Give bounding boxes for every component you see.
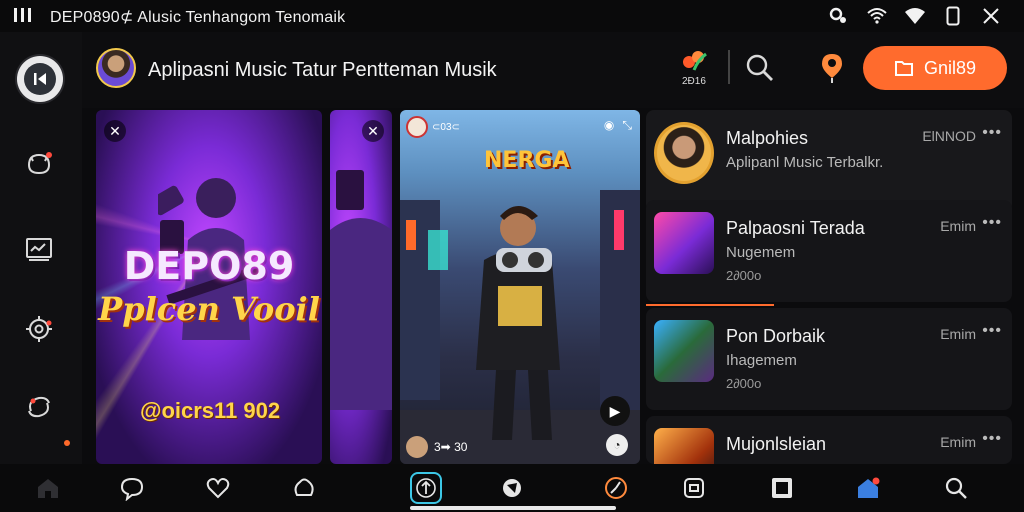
- chat-icon[interactable]: [116, 472, 148, 504]
- channel-avatar[interactable]: [406, 116, 428, 138]
- heart-icon[interactable]: [202, 472, 234, 504]
- status-title: DEP0890⊄ Alusic Tenhangom Tenomaik: [50, 9, 346, 26]
- upload-icon[interactable]: [410, 472, 442, 504]
- list-item-subtitle: Nugemem: [726, 244, 796, 261]
- close-poster-icon[interactable]: ✕: [104, 120, 126, 142]
- list-item-title: Pon Dorbaik: [726, 326, 826, 346]
- phone-icon: [934, 4, 972, 28]
- more-icon[interactable]: •••: [982, 322, 1002, 340]
- primary-action-button[interactable]: Gnil89: [863, 46, 1007, 90]
- guitarist-illustration-partial: [330, 170, 392, 410]
- poster-logo: NERGA: [484, 148, 570, 173]
- poster-subtitle: Pplcen Vooil: [98, 290, 320, 328]
- more-icon[interactable]: •••: [982, 430, 1002, 448]
- brand-count: 2Ð16: [682, 76, 706, 87]
- poster-top-label: ⊂03⊂: [432, 121, 460, 133]
- back-icon: [24, 63, 56, 95]
- poster-card-partial[interactable]: ✕: [330, 110, 392, 464]
- settings-icon[interactable]: [20, 310, 58, 348]
- location-pin-icon[interactable]: [814, 50, 850, 86]
- active-tab-indicator: [410, 506, 616, 510]
- progress-accent-line: [646, 304, 774, 306]
- poster-title: DEPO89: [123, 244, 295, 288]
- list-item[interactable]: Palpaosni Terada Nugemem 2∂00o Emim •••: [646, 200, 1012, 302]
- expand-icon[interactable]: ⤡: [622, 118, 632, 133]
- search-icon[interactable]: [940, 472, 972, 504]
- primary-action-label: Gnil89: [923, 57, 977, 78]
- list-item[interactable]: Pon Dorbaik Ihagemem 2∂00o Emim •••: [646, 308, 1012, 410]
- list-item-title: Mujonlsleian: [726, 434, 827, 454]
- search-icon[interactable]: [742, 50, 778, 86]
- camera-icon[interactable]: ◉: [604, 118, 614, 133]
- list-item[interactable]: Mujonlsleian Emim •••: [646, 416, 1012, 464]
- status-bar: DEP0890⊄ Alusic Tenhangom Tenomaik: [0, 0, 1024, 32]
- notification-icon[interactable]: [20, 144, 58, 182]
- list-item[interactable]: Malpohies Aplipanl Music Terbalkr. ElNNO…: [646, 110, 1012, 212]
- list-item-right: Emim: [940, 434, 976, 450]
- header: Aplipasni Music Tatur Pentteman Musik 2Ð…: [82, 32, 1024, 108]
- home-icon[interactable]: [32, 472, 64, 504]
- list-item-title: Palpaosni Terada: [726, 218, 865, 238]
- folder-icon: [894, 61, 913, 76]
- menu-icon[interactable]: [14, 8, 32, 24]
- play-icon[interactable]: ▶: [600, 396, 630, 426]
- poster-top-bar: ⊂03⊂: [406, 116, 460, 138]
- library-icon[interactable]: [766, 472, 798, 504]
- avatar[interactable]: [96, 48, 136, 88]
- list-item-subtitle: Ihagemem: [726, 352, 797, 369]
- artist-avatar: [654, 122, 714, 184]
- creator-avatar[interactable]: [406, 436, 428, 458]
- featured-poster-card[interactable]: ✕ DEPO89 Pplcen Vooil @oicrs11 902: [96, 110, 322, 464]
- list-thumbnail: [654, 428, 714, 464]
- list-thumbnail: [654, 212, 714, 274]
- save-icon[interactable]: [678, 472, 710, 504]
- close-poster-icon[interactable]: ✕: [362, 120, 384, 142]
- timer-icon[interactable]: [600, 472, 632, 504]
- list-item-meta: 2∂00o: [726, 268, 762, 283]
- bottom-nav: [0, 464, 1024, 512]
- signal-icon: [896, 4, 934, 28]
- list-thumbnail: [654, 320, 714, 382]
- list-item-right: Emim: [940, 326, 976, 342]
- rail-indicator-dot: [64, 440, 70, 446]
- brand-badge[interactable]: 2Ð16: [678, 48, 718, 90]
- left-rail: [0, 32, 82, 464]
- more-icon[interactable]: •••: [982, 214, 1002, 232]
- poster-bottom-bar: 3➡ 30: [406, 436, 467, 458]
- list-item-meta: 2∂00o: [726, 376, 762, 391]
- list-item-right: Emim: [940, 218, 976, 234]
- video-poster-card[interactable]: ⊂03⊂ ◉ ⤡ NERGA ▶ 3➡ 30 ◔: [400, 110, 640, 464]
- poster-bottom-label: 3➡ 30: [434, 440, 468, 454]
- explore-icon[interactable]: [288, 472, 320, 504]
- poster-tag: @oicrs11 902: [140, 398, 281, 423]
- wifi-icon: [858, 4, 896, 28]
- monitor-icon[interactable]: [20, 230, 58, 268]
- back-button[interactable]: [17, 56, 63, 102]
- header-divider: [728, 50, 730, 84]
- list-item-subtitle: Aplipanl Music Terbalkr.: [726, 154, 884, 171]
- sync-icon[interactable]: [20, 388, 58, 426]
- more-icon[interactable]: •••: [982, 124, 1002, 142]
- home-active-icon[interactable]: [852, 472, 884, 504]
- poster-top-actions: ◉ ⤡: [604, 118, 632, 133]
- key-icon: [820, 4, 858, 28]
- share-icon[interactable]: ◔: [606, 434, 628, 456]
- close-icon[interactable]: [972, 4, 1010, 28]
- page-title: Aplipasni Music Tatur Pentteman Musik: [148, 59, 497, 81]
- playlist-list: Malpohies Aplipanl Music Terbalkr. ElNNO…: [646, 110, 1012, 464]
- list-item-title: Malpohies: [726, 128, 809, 148]
- brand-icon: [683, 51, 707, 71]
- list-item-right: ElNNOD: [922, 128, 976, 144]
- discover-icon[interactable]: [496, 472, 528, 504]
